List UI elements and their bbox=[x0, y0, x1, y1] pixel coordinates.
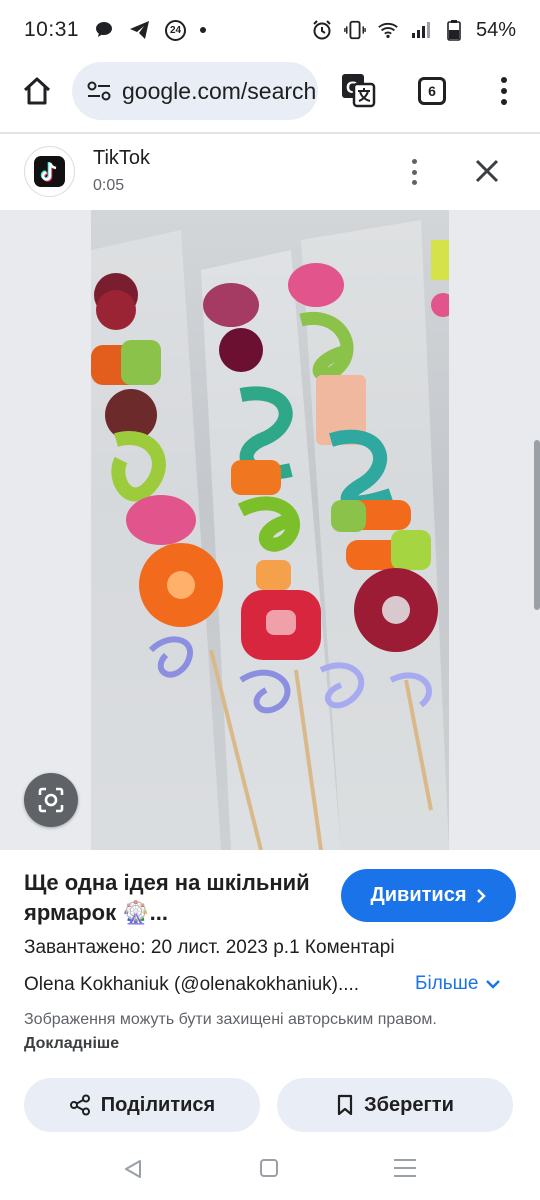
bookmark-icon bbox=[338, 1094, 353, 1116]
battery-percent: 54% bbox=[475, 18, 516, 41]
close-button[interactable] bbox=[472, 156, 502, 186]
copyright-notice: Зображення можуть бути захищені авторськ… bbox=[24, 1008, 444, 1056]
home-button[interactable] bbox=[18, 72, 56, 110]
google-lens-button[interactable] bbox=[24, 773, 78, 827]
tiktok-logo[interactable] bbox=[24, 146, 75, 197]
copyright-text: Зображення можуть бути захищені авторськ… bbox=[24, 1011, 437, 1028]
chevron-right-icon bbox=[476, 888, 486, 903]
scroll-indicator[interactable] bbox=[534, 440, 540, 610]
visit-button[interactable]: Дивитися bbox=[341, 869, 516, 922]
home-nav-icon[interactable] bbox=[260, 1159, 278, 1177]
recents-icon[interactable] bbox=[394, 1159, 416, 1177]
telegram-icon bbox=[129, 19, 151, 41]
result-title[interactable]: Ще одна ідея на шкільний ярмарок 🎡... bbox=[24, 868, 324, 928]
share-icon bbox=[69, 1094, 90, 1116]
save-button[interactable]: Зберегти bbox=[277, 1078, 513, 1132]
battery-icon bbox=[443, 19, 465, 41]
status-time: 10:31 bbox=[24, 18, 80, 41]
more-dot-icon bbox=[411, 169, 417, 175]
save-button-label: Зберегти bbox=[364, 1093, 454, 1116]
alarm-icon bbox=[311, 19, 333, 41]
close-icon bbox=[475, 159, 499, 183]
site-settings-icon[interactable] bbox=[86, 80, 112, 102]
back-icon[interactable] bbox=[122, 1158, 144, 1180]
home-icon bbox=[23, 77, 51, 105]
visit-button-label: Дивитися bbox=[370, 884, 467, 906]
vibrate-icon bbox=[344, 19, 366, 41]
more-dot-icon bbox=[411, 159, 417, 164]
google-translate-icon: G bbox=[342, 74, 376, 108]
status-bar: 10:31 24 54% bbox=[0, 0, 540, 60]
system-nav-bar bbox=[0, 1140, 540, 1200]
lens-icon bbox=[38, 787, 64, 813]
dot-icon bbox=[200, 27, 207, 33]
more-link-label: Більше bbox=[415, 973, 479, 994]
tab-switcher-button[interactable]: 6 bbox=[418, 77, 446, 105]
chat-bubble-icon bbox=[93, 19, 115, 41]
tiktok-icon bbox=[34, 156, 65, 187]
menu-dot-icon bbox=[501, 77, 507, 83]
url-bar[interactable]: google.com/search bbox=[72, 62, 318, 120]
more-dot-icon bbox=[411, 180, 417, 185]
learn-more-link[interactable]: Докладніше bbox=[24, 1035, 119, 1052]
source-duration: 0:05 bbox=[93, 177, 125, 194]
browser-menu-button[interactable] bbox=[492, 74, 516, 108]
share-button[interactable]: Поділитися bbox=[24, 1078, 260, 1132]
source-name: TikTok bbox=[93, 147, 151, 169]
preview-image[interactable] bbox=[91, 210, 449, 850]
wifi-icon bbox=[377, 19, 399, 41]
notification-badge-icon: 24 bbox=[165, 19, 187, 41]
source-header: TikTok 0:05 bbox=[0, 134, 540, 210]
menu-dot-icon bbox=[501, 88, 507, 94]
source-more-button[interactable] bbox=[404, 156, 424, 188]
more-link[interactable]: Більше bbox=[415, 973, 501, 995]
signal-icon bbox=[410, 19, 432, 41]
share-button-label: Поділитися bbox=[100, 1093, 216, 1116]
menu-dot-icon bbox=[501, 99, 507, 105]
image-preview-area bbox=[0, 210, 540, 850]
candy-skewers-image bbox=[91, 220, 449, 850]
upload-meta: Завантажено: 20 лист. 2023 р.1 Коментарі bbox=[24, 937, 395, 958]
translate-button[interactable]: G bbox=[340, 72, 376, 108]
author-line: Olena Kokhaniuk (@olenakokhaniuk).... bbox=[24, 974, 360, 995]
url-text: google.com/search bbox=[122, 77, 317, 104]
chevron-down-icon bbox=[485, 980, 500, 989]
browser-toolbar: google.com/search G 6 bbox=[0, 60, 540, 124]
